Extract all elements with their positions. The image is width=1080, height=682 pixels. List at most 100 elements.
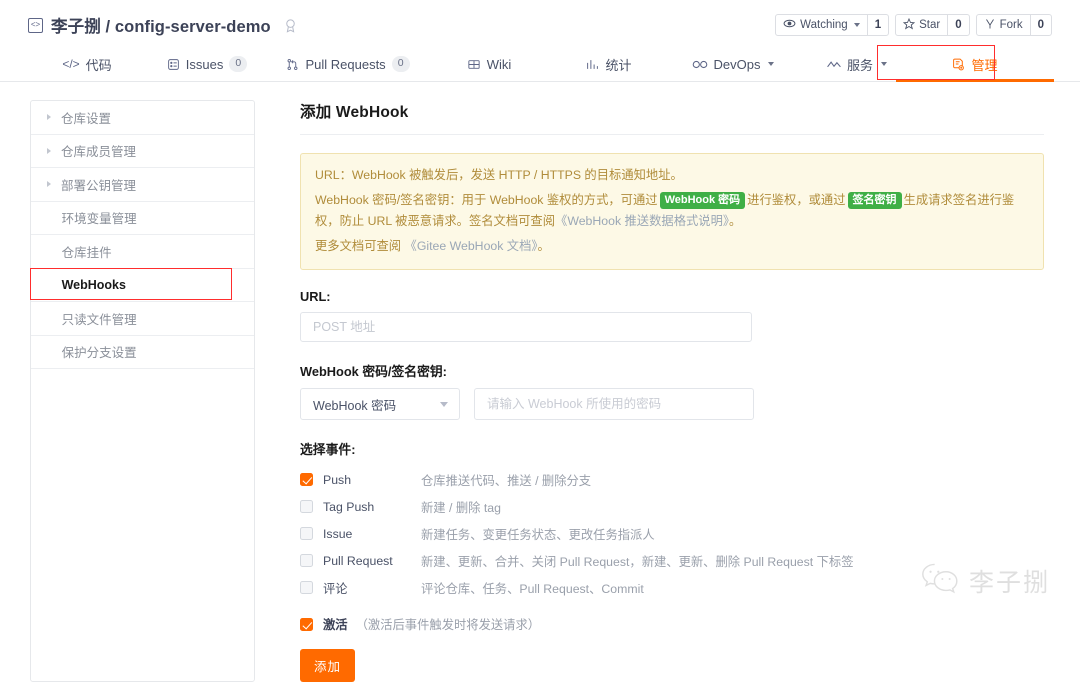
code-icon: </> — [62, 57, 80, 71]
page-body: 仓库设置 仓库成员管理 部署公钥管理 环境变量管理 仓库挂件 WebHooks … — [0, 82, 1080, 682]
tab-wiki[interactable]: Wiki — [428, 47, 550, 81]
fork-icon — [984, 18, 996, 33]
tab-devops-label: DevOps — [713, 56, 761, 72]
sidebar-item-env-vars[interactable]: 环境变量管理 — [31, 202, 254, 235]
service-icon — [827, 59, 841, 70]
code-repo-icon: <> — [28, 17, 43, 33]
activate-row: 激活 （激活后事件触发时将发送请求） — [300, 615, 1044, 633]
fork-count[interactable]: 0 — [1029, 15, 1051, 35]
event-desc: 新建 / 删除 tag — [421, 500, 501, 515]
page-title: 李子捌 / config-server-demo — [51, 13, 271, 37]
wiki-icon — [467, 58, 481, 71]
secret-type-select[interactable]: WebHook 密码 — [300, 388, 460, 421]
repo-name[interactable]: config-server-demo — [115, 18, 271, 36]
sidebar-item-label: 部署公钥管理 — [61, 178, 137, 193]
sidebar-item-widgets[interactable]: 仓库挂件 — [31, 235, 254, 269]
chevron-down-icon — [881, 62, 887, 66]
signature-key-tag: 签名密钥 — [847, 191, 902, 209]
event-desc: 仓库推送代码、推送 / 删除分支 — [421, 473, 592, 488]
tab-issues-count: 0 — [229, 56, 248, 72]
event-row-push: Push 仓库推送代码、推送 / 删除分支 — [300, 466, 1044, 493]
event-name: Tag Push — [323, 499, 375, 514]
repo-nav-tabs: </> 代码 Issues 0 Pull Requests 0 Wiki 统计 … — [0, 45, 1080, 82]
star-button[interactable]: Star — [896, 15, 947, 35]
event-checkbox-issue[interactable] — [300, 527, 313, 541]
tab-statistics-label: 统计 — [605, 57, 632, 73]
notice-line-3: 更多文档可查阅 《Gitee WebHook 文档》。 — [315, 236, 1029, 258]
sidebar-item-webhooks[interactable]: WebHooks — [31, 269, 254, 302]
tab-devops[interactable]: DevOps — [668, 47, 798, 81]
pull-request-icon — [286, 58, 299, 71]
sidebar-item-repo-settings[interactable]: 仓库设置 — [31, 101, 254, 135]
chevron-down-icon — [853, 23, 860, 27]
manage-icon — [952, 58, 965, 71]
chevron-right-icon — [47, 114, 51, 121]
sidebar-item-label: 保护分支设置 — [61, 346, 137, 361]
notice-line-3a: 更多文档可查阅 — [315, 238, 402, 253]
tab-issues-label: Issues — [185, 56, 224, 72]
sidebar-item-label: 仓库成员管理 — [61, 145, 137, 160]
star-count[interactable]: 0 — [947, 15, 968, 35]
event-row-issue: Issue 新建任务、变更任务状态、更改任务指派人 — [300, 520, 1044, 547]
watching-count[interactable]: 1 — [866, 15, 888, 35]
chevron-right-icon — [47, 147, 51, 154]
watching-button[interactable]: Watching — [776, 15, 867, 35]
webhook-form-panel: 添加 WebHook URL：WebHook 被触发后，发送 HTTP / HT… — [255, 100, 1052, 682]
events-list: Push 仓库推送代码、推送 / 删除分支 Tag Push 新建 / 删除 t… — [300, 466, 1044, 601]
event-checkbox-comment[interactable] — [300, 581, 313, 595]
add-webhook-button[interactable]: 添加 — [300, 649, 356, 682]
notice-line-1: URL：WebHook 被触发后，发送 HTTP / HTTPS 的目标通知地址… — [315, 168, 683, 182]
event-row-pull-request: Pull Request 新建、更新、合并、关闭 Pull Request，新建… — [300, 547, 1044, 574]
activate-label: 激活 — [323, 618, 348, 633]
tab-service[interactable]: 服务 — [798, 47, 916, 81]
star-icon — [902, 17, 916, 33]
event-name: Pull Request — [323, 553, 393, 568]
fork-button[interactable]: Fork — [977, 15, 1030, 35]
chevron-down-icon — [440, 402, 448, 408]
url-label: URL: — [300, 289, 331, 305]
event-desc: 新建任务、变更任务状态、更改任务指派人 — [421, 527, 655, 542]
settings-sidebar: 仓库设置 仓库成员管理 部署公钥管理 环境变量管理 仓库挂件 WebHooks … — [30, 100, 255, 682]
sidebar-item-members[interactable]: 仓库成员管理 — [31, 135, 254, 168]
webhook-format-doc-link[interactable]: 《WebHook 推送数据格式说明》 — [555, 214, 729, 228]
tab-manage[interactable]: 管理 — [896, 47, 1054, 82]
watching-button-group[interactable]: Watching 1 — [775, 14, 890, 36]
sidebar-item-label: 只读文件管理 — [61, 312, 137, 327]
event-desc: 评论仓库、任务、Pull Request、Commit — [421, 581, 644, 596]
tab-wiki-label: Wiki — [486, 56, 512, 72]
sidebar-item-label: 环境变量管理 — [61, 212, 137, 227]
repo-owner[interactable]: 李子捌 — [51, 18, 101, 36]
star-button-group[interactable]: Star 0 — [895, 14, 970, 36]
secret-row: WebHook 密码 — [300, 388, 1044, 421]
sidebar-item-protected-branches[interactable]: 保护分支设置 — [31, 336, 254, 369]
event-desc: 新建、更新、合并、关闭 Pull Request，新建、更新、删除 Pull R… — [421, 554, 854, 569]
notice-line-2a: WebHook 密码/签名密钥：用于 WebHook 鉴权的方式，可通过 — [315, 192, 658, 207]
tab-code[interactable]: </> 代码 — [28, 47, 146, 81]
repo-header: <> 李子捌 / config-server-demo Watching 1 S… — [0, 0, 1080, 38]
event-checkbox-push[interactable] — [300, 473, 313, 487]
tab-issues[interactable]: Issues 0 — [146, 47, 268, 81]
activate-checkbox[interactable] — [300, 617, 313, 631]
secret-type-value: WebHook 密码 — [313, 398, 397, 413]
event-checkbox-pull-request[interactable] — [300, 554, 313, 568]
sidebar-item-deploy-keys[interactable]: 部署公钥管理 — [31, 168, 254, 202]
tab-statistics[interactable]: 统计 — [550, 47, 668, 81]
tab-service-label: 服务 — [846, 57, 873, 73]
sidebar-item-readonly-files[interactable]: 只读文件管理 — [31, 302, 254, 336]
url-input[interactable] — [300, 312, 752, 343]
chevron-right-icon — [47, 181, 51, 188]
issues-icon — [167, 58, 180, 71]
event-name: Issue — [323, 526, 353, 541]
event-row-comment: 评论 评论仓库、任务、Pull Request、Commit — [300, 574, 1044, 601]
sidebar-item-label: 仓库挂件 — [61, 245, 112, 260]
gitee-webhook-doc-link[interactable]: 《Gitee WebHook 文档》 — [405, 239, 538, 253]
notice-line-2b: 进行鉴权，或通过 — [747, 192, 846, 207]
fork-label: Fork — [999, 19, 1023, 31]
tab-pull-requests-count: 0 — [391, 56, 410, 72]
secret-input[interactable] — [474, 388, 754, 421]
fork-button-group[interactable]: Fork 0 — [975, 14, 1052, 36]
webhook-notice-box: URL：WebHook 被触发后，发送 HTTP / HTTPS 的目标通知地址… — [300, 153, 1044, 271]
event-checkbox-tag-push[interactable] — [300, 500, 313, 514]
tab-pull-requests[interactable]: Pull Requests 0 — [268, 47, 428, 81]
star-label: Star — [919, 19, 941, 31]
